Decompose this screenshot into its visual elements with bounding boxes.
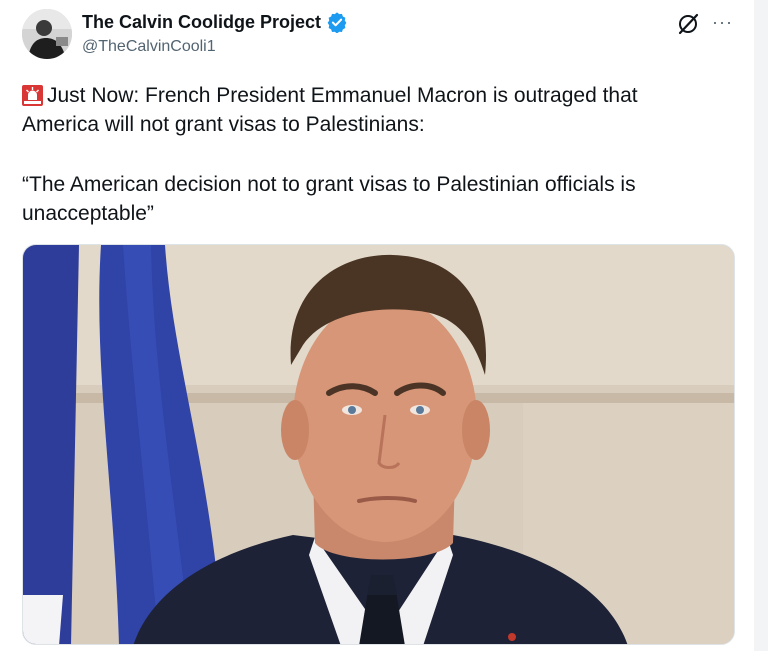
verified-badge-icon[interactable] bbox=[326, 11, 348, 34]
tweet-text-line-2: America will not grant visas to Palestin… bbox=[22, 113, 425, 136]
avatar[interactable] bbox=[22, 9, 72, 59]
tweet-text-line-3: “The American decision not to grant visa… bbox=[22, 173, 636, 196]
handle[interactable]: @TheCalvinCooli1 bbox=[82, 38, 216, 56]
scroll-edge bbox=[754, 0, 768, 651]
tweet-photo[interactable] bbox=[22, 244, 735, 645]
tweet-text-line-4: unacceptable” bbox=[22, 202, 154, 225]
tweet-card: The Calvin Coolidge Project @TheCalvinCo… bbox=[0, 0, 768, 651]
more-options-icon[interactable]: ··· bbox=[712, 13, 733, 31]
police-light-emoji-icon bbox=[22, 85, 43, 106]
tweet-text-line-1: Just Now: French President Emmanuel Macr… bbox=[22, 81, 742, 110]
grok-icon[interactable] bbox=[676, 12, 700, 36]
tweet-text-1: Just Now: French President Emmanuel Macr… bbox=[47, 84, 638, 107]
avatar-photo bbox=[22, 9, 72, 59]
name-row: The Calvin Coolidge Project bbox=[82, 11, 348, 34]
display-name[interactable]: The Calvin Coolidge Project bbox=[82, 12, 321, 33]
portrait-photo bbox=[23, 245, 734, 644]
